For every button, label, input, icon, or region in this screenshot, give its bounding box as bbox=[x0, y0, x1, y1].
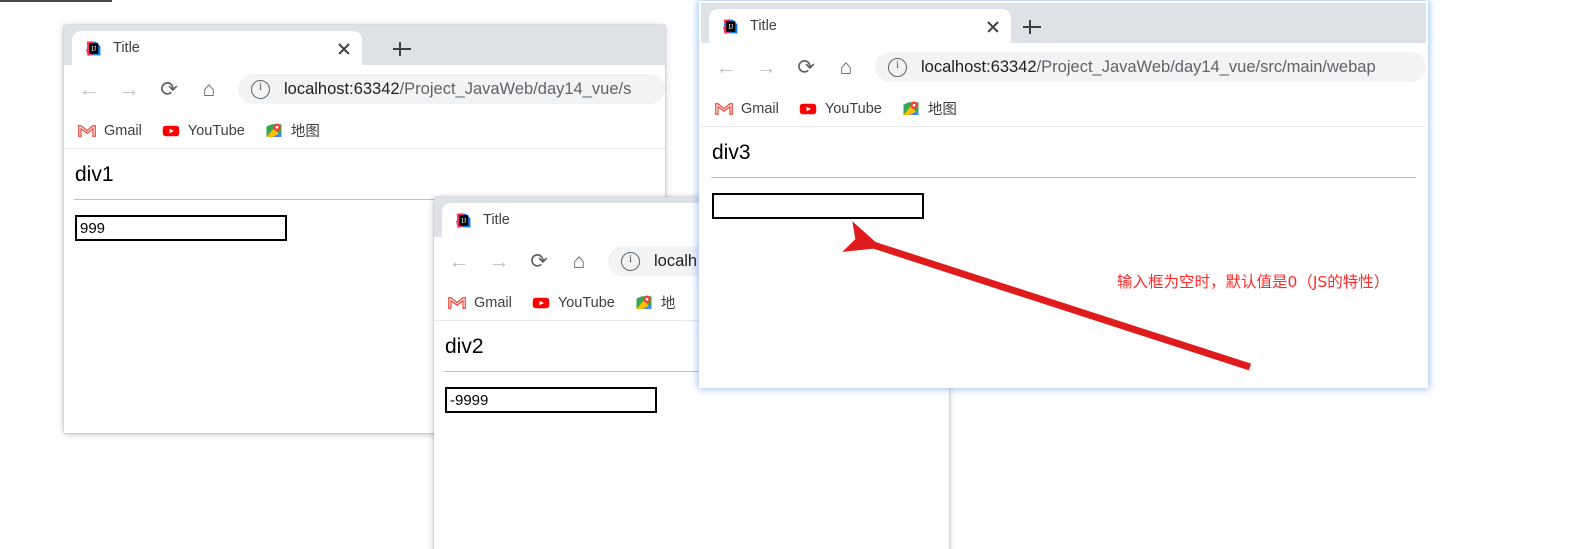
bookmark-label: Gmail bbox=[474, 294, 512, 311]
address-bar-url: localh bbox=[654, 252, 697, 271]
bookmarks-bar: Gmail YouTube 地图 bbox=[64, 113, 665, 149]
bookmark-maps[interactable]: 地 bbox=[635, 292, 676, 313]
site-info-icon[interactable] bbox=[621, 251, 640, 271]
close-icon[interactable] bbox=[983, 16, 1003, 36]
home-icon[interactable]: ⌂ bbox=[829, 50, 863, 84]
bookmark-gmail[interactable]: Gmail bbox=[448, 294, 512, 312]
browser-tab[interactable]: IJ Title bbox=[709, 9, 1011, 43]
site-info-icon[interactable] bbox=[251, 79, 270, 99]
new-tab-button[interactable] bbox=[1021, 16, 1043, 38]
browser-tab[interactable]: IJ Title bbox=[72, 31, 362, 65]
page-heading: div1 bbox=[75, 163, 114, 186]
bookmark-label: 地图 bbox=[290, 124, 320, 140]
address-bar-url: localhost:63342/Project_JavaWeb/day14_vu… bbox=[284, 80, 631, 99]
bookmark-youtube[interactable]: YouTube bbox=[162, 122, 245, 140]
youtube-icon bbox=[799, 100, 817, 118]
url-path: /Project_JavaWeb/day14_vue/src/main/weba… bbox=[1036, 57, 1376, 76]
bookmark-label: Gmail bbox=[741, 100, 779, 117]
home-icon[interactable]: ⌂ bbox=[562, 244, 596, 278]
back-icon[interactable]: ← bbox=[709, 50, 743, 84]
google-maps-icon bbox=[635, 294, 653, 312]
number-input[interactable] bbox=[712, 193, 924, 219]
browser-toolbar: ← → ⟳ ⌂ localhost:63342/Project_JavaWeb/… bbox=[701, 43, 1426, 91]
intellij-idea-icon: IJ bbox=[722, 18, 739, 35]
bookmark-label: YouTube bbox=[824, 100, 882, 117]
reload-icon[interactable]: ⟳ bbox=[152, 72, 186, 106]
bookmark-youtube[interactable]: YouTube bbox=[799, 100, 882, 118]
forward-icon[interactable]: → bbox=[112, 72, 146, 106]
bookmarks-bar: Gmail YouTube 地图 bbox=[701, 91, 1426, 127]
forward-icon[interactable]: → bbox=[749, 50, 783, 84]
bookmark-label: 地 bbox=[660, 296, 676, 312]
svg-text:IJ: IJ bbox=[91, 46, 96, 53]
url-host: localhost:63342 bbox=[284, 79, 400, 98]
google-maps-icon bbox=[265, 122, 283, 140]
youtube-icon bbox=[532, 294, 550, 312]
address-bar[interactable]: localhost:63342/Project_JavaWeb/day14_vu… bbox=[238, 74, 665, 104]
tab-title: Title bbox=[483, 212, 510, 228]
bookmark-label: 地图 bbox=[927, 102, 957, 118]
browser-tab[interactable]: IJ Title bbox=[442, 203, 732, 237]
address-bar[interactable]: localhost:63342/Project_JavaWeb/day14_vu… bbox=[875, 52, 1426, 82]
bookmark-label: YouTube bbox=[557, 294, 615, 311]
bookmark-maps[interactable]: 地图 bbox=[265, 120, 320, 141]
home-icon[interactable]: ⌂ bbox=[192, 72, 226, 106]
cropped-input-fragment bbox=[0, 0, 112, 2]
bookmark-label: Gmail bbox=[104, 122, 142, 139]
bookmark-gmail[interactable]: Gmail bbox=[78, 122, 142, 140]
tab-title: Title bbox=[750, 18, 777, 34]
svg-text:IJ: IJ bbox=[461, 218, 466, 225]
divider bbox=[711, 177, 1416, 178]
close-icon[interactable] bbox=[334, 38, 354, 58]
tab-strip: IJ Title bbox=[64, 25, 665, 65]
url-host: localhost:63342 bbox=[921, 57, 1037, 76]
intellij-idea-icon: IJ bbox=[455, 212, 472, 229]
back-icon[interactable]: ← bbox=[442, 244, 476, 278]
back-icon[interactable]: ← bbox=[72, 72, 106, 106]
browser-toolbar: ← → ⟳ ⌂ localhost:63342/Project_JavaWeb/… bbox=[64, 65, 665, 113]
url-host: localh bbox=[654, 251, 698, 270]
tab-title: Title bbox=[113, 40, 140, 56]
page-heading: div3 bbox=[712, 141, 751, 164]
bookmark-youtube[interactable]: YouTube bbox=[532, 294, 615, 312]
browser-window-div3[interactable]: IJ Title ← → ⟳ ⌂ localhost:63342/Project… bbox=[701, 3, 1426, 386]
forward-icon[interactable]: → bbox=[482, 244, 516, 278]
annotation-note: 输入框为空时，默认值是0（JS的特性） bbox=[1117, 273, 1390, 291]
page-content: div3 bbox=[701, 127, 1426, 386]
intellij-idea-icon: IJ bbox=[85, 40, 102, 57]
bookmark-maps[interactable]: 地图 bbox=[902, 98, 957, 119]
number-input[interactable] bbox=[75, 215, 287, 241]
gmail-icon bbox=[715, 100, 733, 118]
site-info-icon[interactable] bbox=[888, 57, 907, 77]
youtube-icon bbox=[162, 122, 180, 140]
gmail-icon bbox=[78, 122, 96, 140]
reload-icon[interactable]: ⟳ bbox=[522, 244, 556, 278]
new-tab-button[interactable] bbox=[391, 38, 413, 60]
number-input[interactable] bbox=[445, 387, 657, 413]
url-path: /Project_JavaWeb/day14_vue/s bbox=[399, 79, 632, 98]
bookmark-label: YouTube bbox=[187, 122, 245, 139]
address-bar-url: localhost:63342/Project_JavaWeb/day14_vu… bbox=[921, 58, 1376, 77]
tab-strip: IJ Title bbox=[701, 3, 1426, 43]
reload-icon[interactable]: ⟳ bbox=[789, 50, 823, 84]
svg-text:IJ: IJ bbox=[728, 24, 733, 31]
google-maps-icon bbox=[902, 100, 920, 118]
bookmark-gmail[interactable]: Gmail bbox=[715, 100, 779, 118]
screenshot-stage: IJ Title ← → ⟳ ⌂ localhost:63342/Project… bbox=[0, 0, 1577, 549]
gmail-icon bbox=[448, 294, 466, 312]
